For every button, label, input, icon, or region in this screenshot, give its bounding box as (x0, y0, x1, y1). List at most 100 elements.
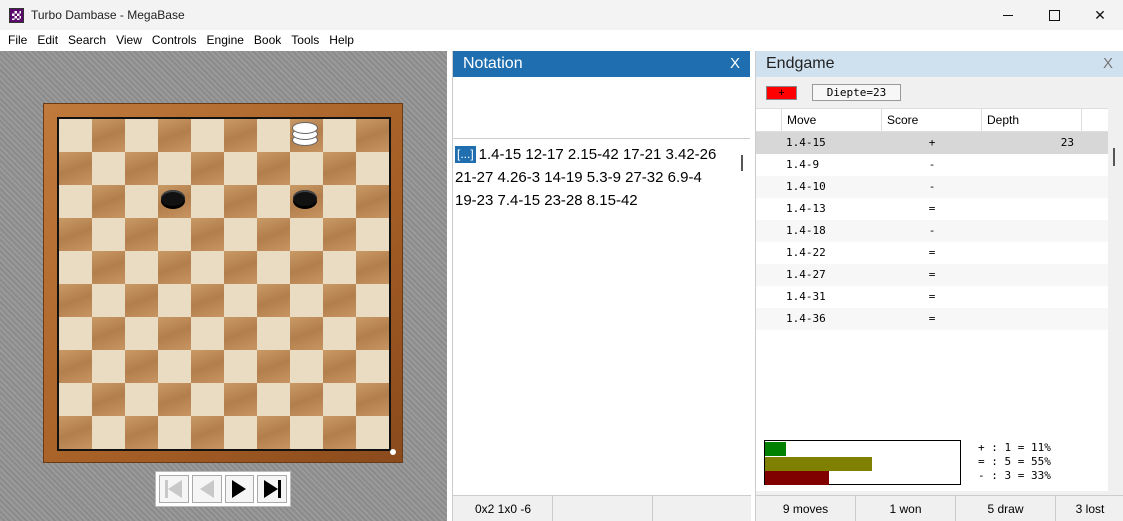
table-row[interactable]: 1.4-31 = (756, 286, 1108, 308)
board-square[interactable] (224, 317, 257, 350)
column-depth[interactable]: Depth (982, 109, 1082, 131)
menu-file[interactable]: File (3, 30, 32, 50)
legend-won: + : 1 = 11% (978, 441, 1051, 454)
menu-help[interactable]: Help (324, 30, 359, 50)
result-filter-button[interactable]: + (766, 86, 797, 100)
board-square (125, 317, 158, 350)
notation-close-button[interactable]: X (730, 51, 740, 77)
table-row[interactable]: 1.4-36 = (756, 308, 1108, 330)
board-square[interactable] (92, 317, 125, 350)
board-square[interactable] (356, 251, 389, 284)
previous-move-button[interactable] (191, 475, 222, 503)
board-square[interactable] (59, 218, 92, 251)
lost-count: 3 lost (1075, 502, 1105, 516)
board-square[interactable] (191, 350, 224, 383)
window-title: Turbo Dambase - MegaBase (31, 8, 185, 22)
menu-tools[interactable]: Tools (286, 30, 324, 50)
endgame-close-button[interactable]: X (1103, 51, 1113, 77)
table-row[interactable]: 1.4-18 - (756, 220, 1108, 242)
black-piece[interactable] (161, 190, 185, 206)
board-square[interactable] (158, 119, 191, 152)
board-square[interactable] (92, 251, 125, 284)
board-square[interactable] (59, 350, 92, 383)
board-square[interactable] (125, 152, 158, 185)
menu-view[interactable]: View (111, 30, 147, 50)
endgame-table: Move Score Depth 1.4-15 +23 1.4-9-1.4-10-1… (756, 108, 1108, 448)
notation-comment-area[interactable] (453, 77, 750, 139)
table-row[interactable]: 1.4-27 = (756, 264, 1108, 286)
white-king-piece[interactable] (292, 122, 318, 148)
board-square[interactable] (257, 416, 290, 449)
board-square[interactable] (191, 284, 224, 317)
board-square[interactable] (290, 383, 323, 416)
minimize-button[interactable] (985, 0, 1031, 30)
board-square[interactable] (158, 383, 191, 416)
board-square[interactable] (323, 284, 356, 317)
comment-marker[interactable]: [...] (455, 146, 476, 163)
board-square (191, 119, 224, 152)
board-square[interactable] (125, 416, 158, 449)
column-move[interactable]: Move (782, 109, 882, 131)
close-window-button[interactable] (1077, 0, 1123, 30)
board-square[interactable] (257, 152, 290, 185)
menu-controls[interactable]: Controls (147, 30, 202, 50)
board-square[interactable] (323, 152, 356, 185)
board-square[interactable] (290, 317, 323, 350)
board-square[interactable] (125, 284, 158, 317)
table-row[interactable]: 1.4-13 = (756, 198, 1108, 220)
board-square[interactable] (257, 350, 290, 383)
table-row[interactable]: 1.4-10 - (756, 176, 1108, 198)
notation-scrollbar[interactable] (741, 155, 743, 171)
board-square[interactable] (92, 185, 125, 218)
score-cell: + (928, 136, 936, 149)
board-square[interactable] (290, 251, 323, 284)
last-move-button[interactable] (257, 475, 287, 503)
depth-button[interactable]: Diepte=23 (812, 84, 901, 101)
board-square[interactable] (224, 383, 257, 416)
depth-cell (982, 198, 1082, 220)
menu-engine[interactable]: Engine (202, 30, 249, 50)
board-square[interactable] (59, 284, 92, 317)
menu-search[interactable]: Search (63, 30, 111, 50)
endgame-scrollbar[interactable] (1113, 148, 1115, 166)
board-square[interactable] (125, 350, 158, 383)
table-row[interactable]: 1.4-15 +23 (756, 132, 1108, 154)
board-square[interactable] (191, 152, 224, 185)
board-square[interactable] (257, 284, 290, 317)
board-square[interactable] (191, 416, 224, 449)
board-square[interactable] (92, 119, 125, 152)
board-square[interactable] (323, 350, 356, 383)
draughts-board[interactable] (57, 117, 391, 451)
board-square[interactable] (356, 185, 389, 218)
board-square[interactable] (158, 317, 191, 350)
board-square[interactable] (356, 119, 389, 152)
notation-moves[interactable]: [...] 1.4-15 12-17 2.15-42 17-21 3.42-26 … (453, 139, 739, 212)
board-square[interactable] (158, 251, 191, 284)
board-square (257, 185, 290, 218)
first-move-button[interactable] (159, 475, 189, 503)
table-row[interactable]: 1.4-9 - (756, 154, 1108, 176)
board-square[interactable] (224, 119, 257, 152)
menu-book[interactable]: Book (249, 30, 286, 50)
board-square[interactable] (257, 218, 290, 251)
board-square[interactable] (224, 185, 257, 218)
board-square[interactable] (92, 383, 125, 416)
board-square[interactable] (191, 218, 224, 251)
board-square[interactable] (224, 251, 257, 284)
board-square[interactable] (356, 383, 389, 416)
maximize-button[interactable] (1031, 0, 1077, 30)
next-move-button[interactable] (224, 475, 255, 503)
column-score[interactable]: Score (882, 109, 982, 131)
table-row[interactable]: 1.4-22 = (756, 242, 1108, 264)
board-square[interactable] (59, 152, 92, 185)
board-square[interactable] (356, 317, 389, 350)
board-square[interactable] (323, 416, 356, 449)
board-square (290, 350, 323, 383)
score-cell: - (928, 158, 936, 171)
board-square[interactable] (323, 218, 356, 251)
board-square[interactable] (59, 416, 92, 449)
menu-edit[interactable]: Edit (32, 30, 63, 50)
move-cell: 1.4-18 (786, 224, 826, 237)
board-square[interactable] (125, 218, 158, 251)
black-piece[interactable] (293, 190, 317, 206)
